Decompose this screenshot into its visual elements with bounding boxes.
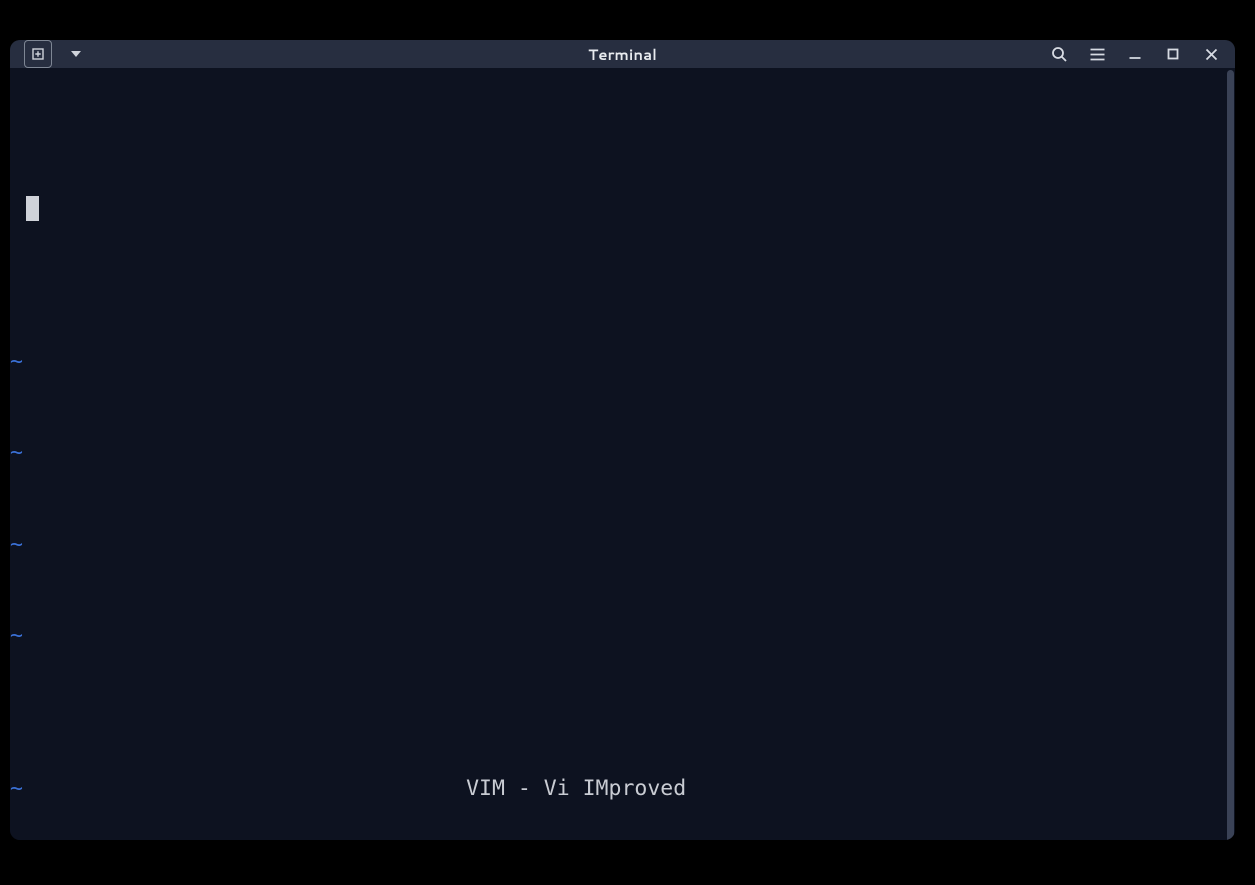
- empty-line: ~: [10, 530, 1235, 561]
- menu-button[interactable]: [1087, 44, 1107, 64]
- buffer-line: [10, 194, 1235, 225]
- maximize-button[interactable]: [1163, 44, 1183, 64]
- empty-line: ~: [10, 347, 1235, 378]
- tilde-marker: ~: [10, 347, 26, 378]
- close-button[interactable]: [1201, 44, 1221, 64]
- titlebar-right-controls: [1049, 44, 1221, 64]
- terminal-window: Terminal: [10, 40, 1235, 840]
- terminal-content[interactable]: ~ ~ ~ ~ ~ VIM - Vi IMproved ~ ~ version …: [10, 68, 1235, 840]
- tilde-marker: ~: [10, 438, 26, 469]
- scrollbar-thumb[interactable]: [1227, 70, 1234, 840]
- empty-line: ~: [10, 438, 1235, 469]
- scrollbar[interactable]: [1225, 68, 1234, 840]
- maximize-icon: [1167, 48, 1179, 60]
- minimize-icon: [1128, 47, 1142, 61]
- titlebar: Terminal: [10, 40, 1235, 68]
- vim-title: VIM - Vi IMproved: [466, 776, 686, 801]
- new-tab-button[interactable]: [24, 40, 52, 68]
- search-button[interactable]: [1049, 44, 1069, 64]
- vim-title-line: ~ VIM - Vi IMproved: [10, 774, 1235, 805]
- hamburger-icon: [1089, 46, 1106, 63]
- tilde-marker: ~: [10, 774, 26, 805]
- tilde-marker: ~: [10, 621, 26, 652]
- plus-icon: [31, 47, 45, 61]
- close-icon: [1205, 48, 1218, 61]
- titlebar-left-controls: [24, 40, 90, 68]
- chevron-down-icon: [70, 48, 82, 60]
- tilde-marker: ~: [10, 530, 26, 561]
- search-icon: [1051, 46, 1068, 63]
- window-title: Terminal: [588, 44, 657, 65]
- empty-line: ~: [10, 621, 1235, 652]
- tab-dropdown-button[interactable]: [62, 40, 90, 68]
- cursor: [26, 196, 39, 221]
- minimize-button[interactable]: [1125, 44, 1145, 64]
